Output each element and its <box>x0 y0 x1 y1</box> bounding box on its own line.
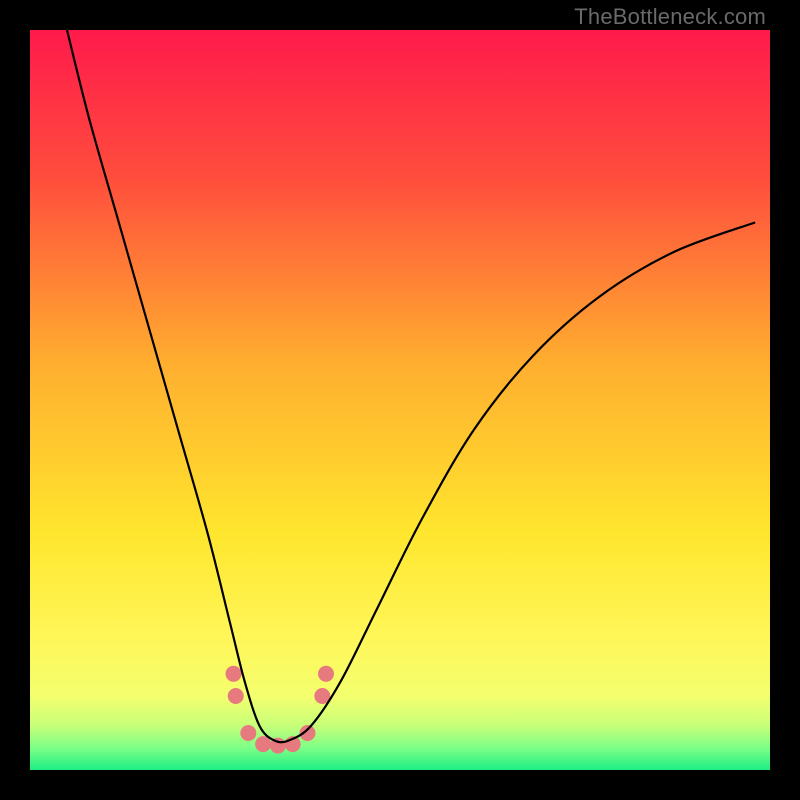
chart-frame: TheBottleneck.com <box>0 0 800 800</box>
marker-dot <box>318 666 334 682</box>
plot-area <box>30 30 770 770</box>
marker-dots <box>226 666 335 754</box>
marker-dot <box>240 725 256 741</box>
attribution-label: TheBottleneck.com <box>574 4 766 30</box>
curve-layer <box>30 30 770 770</box>
marker-dot <box>226 666 242 682</box>
bottleneck-curve <box>67 30 755 742</box>
marker-dot <box>228 688 244 704</box>
